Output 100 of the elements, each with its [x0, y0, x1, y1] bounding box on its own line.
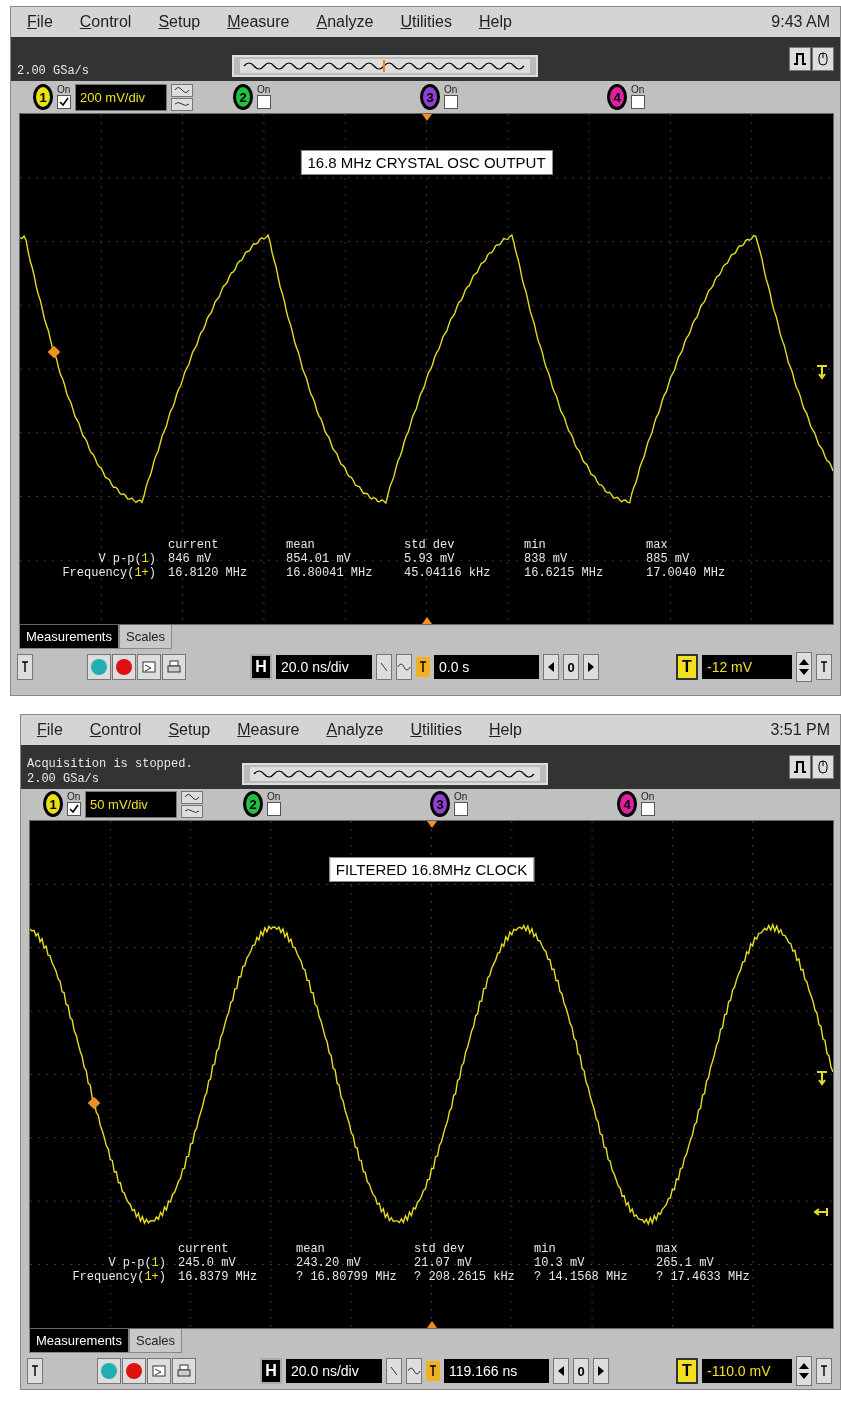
wave-icon[interactable] — [181, 804, 203, 818]
channel-badge[interactable]: 2 — [233, 84, 253, 110]
reset-button[interactable]: 0 — [573, 1358, 589, 1385]
menu-item[interactable]: Measure — [227, 13, 290, 31]
run-button[interactable] — [97, 1358, 121, 1385]
channel-checkbox[interactable] — [641, 802, 655, 817]
spinner-icon[interactable] — [796, 1356, 812, 1387]
clock: 3:51 PM — [770, 720, 830, 739]
measurement-value: 5.93 mV — [404, 552, 456, 566]
scale-field[interactable]: 50 mV/div — [85, 790, 177, 818]
channel-badge[interactable]: 2 — [243, 791, 263, 818]
position-field[interactable]: 0.0 s — [434, 655, 539, 679]
measurement-value: ? 17.4633 MHz — [656, 1270, 751, 1285]
measurement-header: max — [656, 1242, 679, 1257]
mouse-icon[interactable] — [812, 754, 834, 779]
channel-checkbox[interactable] — [631, 95, 645, 109]
wave-icon[interactable] — [406, 1358, 422, 1385]
wave-icon[interactable] — [171, 97, 193, 111]
measurement-value: ? 14.1568 MHz — [534, 1270, 629, 1285]
wave-icon[interactable] — [181, 790, 203, 804]
reset-button[interactable]: 0 — [563, 654, 579, 680]
channel-checkbox[interactable] — [57, 95, 71, 109]
horizontal-button[interactable]: H — [260, 1358, 282, 1385]
pulse-icon[interactable] — [789, 754, 811, 779]
tab[interactable]: Scales — [129, 1329, 182, 1354]
tab[interactable]: Measurements — [29, 1329, 129, 1354]
menu-item[interactable]: Analyze — [326, 720, 384, 739]
marker-icon[interactable] — [416, 657, 430, 677]
channel-checkbox[interactable] — [444, 95, 458, 109]
menu-item[interactable]: Help — [488, 720, 522, 739]
marker-icon[interactable] — [27, 1358, 43, 1385]
trigger-button[interactable]: T — [676, 1358, 698, 1385]
horizontal-button[interactable]: H — [250, 654, 272, 680]
trigger-point-icon — [87, 1096, 101, 1110]
mouse-icon[interactable] — [812, 47, 834, 71]
marker-icon[interactable] — [17, 654, 33, 680]
channel-checkbox[interactable] — [67, 802, 81, 817]
measurement-header: std dev — [414, 1242, 466, 1257]
measurement-value: 45.04116 kHz — [404, 566, 492, 580]
trigger-level-field[interactable]: -12 mV — [702, 655, 792, 679]
wave-icon[interactable] — [396, 654, 412, 680]
tab[interactable]: Scales — [119, 625, 172, 649]
channel-badge[interactable]: 3 — [420, 84, 440, 110]
channel-checkbox[interactable] — [257, 95, 271, 109]
stop-button[interactable] — [122, 1358, 146, 1385]
menu-item[interactable]: Control — [79, 13, 132, 31]
slope-icon[interactable] — [386, 1358, 402, 1385]
stop-button[interactable] — [112, 654, 136, 680]
trigger-level-field[interactable]: -110.0 mV — [702, 1359, 792, 1384]
channel-badge[interactable]: 4 — [607, 84, 627, 110]
trigger-position-icon — [426, 1321, 437, 1329]
run-button[interactable] — [87, 654, 111, 680]
scale-field[interactable]: 200 mV/div — [75, 83, 167, 111]
measurement-label: V p-p(1) — [97, 552, 157, 566]
measurement-header: min — [534, 1242, 557, 1257]
channel-badge[interactable]: 1 — [43, 791, 63, 818]
measurement-header: min — [524, 538, 547, 552]
measurement-value: ? 208.2615 kHz — [414, 1270, 516, 1285]
slope-icon[interactable] — [376, 654, 392, 680]
printer-icon[interactable] — [162, 654, 186, 680]
measurement-label: Frequency(1+) — [61, 566, 157, 580]
position-field[interactable]: 119.166 ns — [444, 1359, 549, 1384]
measurement-value: 16.80041 MHz — [286, 566, 374, 580]
menu-item[interactable]: Help — [478, 13, 512, 31]
spinner-icon[interactable] — [796, 652, 812, 682]
menu-item[interactable]: File — [37, 720, 63, 739]
menu-item[interactable]: Control — [89, 720, 142, 739]
printer-icon[interactable] — [172, 1358, 196, 1385]
on-label: On — [67, 792, 81, 803]
trigger-button[interactable]: T — [676, 654, 698, 680]
marker-icon[interactable] — [426, 1361, 440, 1382]
measurement-header: max — [646, 538, 669, 552]
tab[interactable]: Measurements — [19, 625, 119, 649]
menu-item[interactable]: Measure — [237, 720, 300, 739]
status-text: Acquisition is stopped. — [27, 756, 194, 772]
measurement-value: 854.01 mV — [286, 552, 352, 566]
channel-checkbox[interactable] — [454, 802, 468, 817]
menu-item[interactable]: Utilities — [410, 720, 462, 739]
menu-item[interactable]: Utilities — [400, 13, 452, 31]
timebase-field[interactable]: 20.0 ns/div — [286, 1359, 382, 1384]
marker-icon[interactable] — [816, 1358, 832, 1385]
trigger-position-icon — [421, 114, 432, 121]
timebase-field[interactable]: 20.0 ns/div — [276, 655, 372, 679]
menu-item[interactable]: File — [27, 13, 53, 31]
single-icon[interactable] — [137, 654, 161, 680]
menu-item[interactable]: Setup — [168, 720, 211, 739]
menu-item[interactable]: Setup — [158, 13, 201, 31]
wave-icon[interactable] — [171, 83, 193, 97]
on-label: On — [641, 792, 655, 803]
measurement-value: 16.6215 MHz — [524, 566, 605, 580]
channel-badge[interactable]: 4 — [617, 791, 637, 818]
trigger-level-icon — [815, 363, 829, 380]
pulse-icon[interactable] — [789, 47, 811, 71]
single-icon[interactable] — [147, 1358, 171, 1385]
menu-item[interactable]: Analyze — [316, 13, 374, 31]
marker-icon[interactable] — [816, 654, 832, 680]
channel-badge[interactable]: 1 — [33, 84, 53, 110]
measurement-header: mean — [296, 1242, 326, 1257]
channel-checkbox[interactable] — [267, 802, 281, 817]
channel-badge[interactable]: 3 — [430, 791, 450, 818]
